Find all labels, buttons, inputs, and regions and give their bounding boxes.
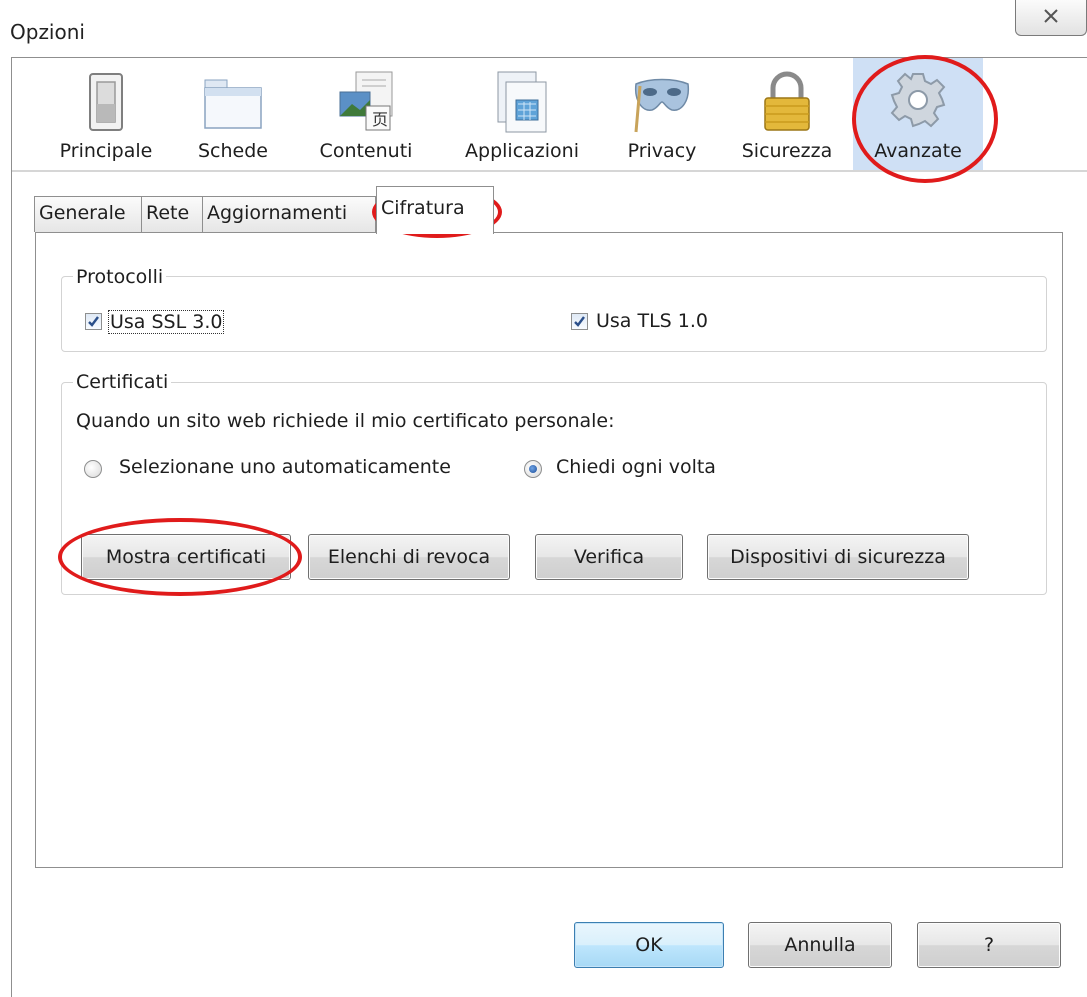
close-button[interactable]	[1015, 0, 1087, 36]
title-bar	[0, 0, 1087, 58]
radio-ask-every-time-label[interactable]: Chiedi ogni volta	[556, 456, 716, 478]
toolbar-separator	[12, 170, 1087, 172]
pane-schede[interactable]: Schede	[186, 58, 280, 170]
tls-checkbox-label[interactable]: Usa TLS 1.0	[596, 310, 708, 332]
mask-icon	[634, 78, 690, 133]
radio-selected-dot	[529, 465, 537, 473]
checkmark-icon	[88, 316, 99, 327]
help-button[interactable]: ?	[917, 922, 1061, 968]
pane-label: Privacy	[627, 140, 697, 162]
tab-generale[interactable]: Generale	[34, 196, 142, 232]
padlock-icon	[764, 71, 810, 131]
pane-label: Applicazioni	[465, 140, 579, 162]
light-switch-icon	[89, 73, 123, 131]
tab-aggiornamenti[interactable]: Aggiornamenti	[202, 196, 376, 232]
radio-select-automatically-label[interactable]: Selezionane uno automaticamente	[119, 456, 451, 478]
ok-button[interactable]: OK	[574, 922, 724, 968]
show-certificates-button[interactable]: Mostra certificati	[81, 534, 291, 580]
revocation-lists-button[interactable]: Elenchi di revoca	[308, 534, 510, 580]
tab-rete[interactable]: Rete	[141, 196, 203, 232]
ssl-checkbox-label[interactable]: Usa SSL 3.0	[108, 310, 225, 334]
ssl-checkbox[interactable]	[85, 313, 102, 330]
pane-label: Contenuti	[319, 140, 413, 162]
tab-cifratura[interactable]: Cifratura	[376, 186, 494, 234]
close-icon	[1044, 9, 1058, 23]
tabs-window-icon	[204, 79, 262, 129]
pane-label: Schede	[198, 140, 268, 162]
radio-select-automatically[interactable]	[84, 460, 102, 478]
window-title: Opzioni	[10, 20, 85, 44]
pane-label: Sicurezza	[741, 140, 833, 162]
radio-ask-every-time[interactable]	[524, 460, 542, 478]
verify-button[interactable]: Verifica	[535, 534, 683, 580]
certificate-prompt: Quando un sito web richiede il mio certi…	[76, 410, 615, 432]
cancel-button[interactable]: Annulla	[748, 922, 892, 968]
applications-window-icon	[497, 71, 547, 133]
gear-icon	[890, 72, 946, 128]
certificates-legend: Certificati	[73, 371, 172, 393]
content-image-icon: 页	[339, 71, 393, 131]
pane-applicazioni[interactable]: Applicazioni	[446, 58, 598, 170]
pane-privacy[interactable]: Privacy	[612, 58, 712, 170]
pane-contenuti[interactable]: 页 Contenuti	[302, 58, 430, 170]
pane-sicurezza[interactable]: Sicurezza	[728, 58, 846, 170]
protocols-legend: Protocolli	[73, 266, 167, 288]
checkmark-icon	[574, 316, 585, 327]
svg-text:页: 页	[372, 110, 388, 129]
pane-label: Principale	[59, 140, 153, 162]
tls-checkbox[interactable]	[571, 313, 588, 330]
security-devices-button[interactable]: Dispositivi di sicurezza	[707, 534, 969, 580]
pane-label: Avanzate	[874, 140, 962, 162]
pane-principale[interactable]: Principale	[42, 58, 170, 170]
pane-avanzate[interactable]: Avanzate	[853, 58, 983, 170]
